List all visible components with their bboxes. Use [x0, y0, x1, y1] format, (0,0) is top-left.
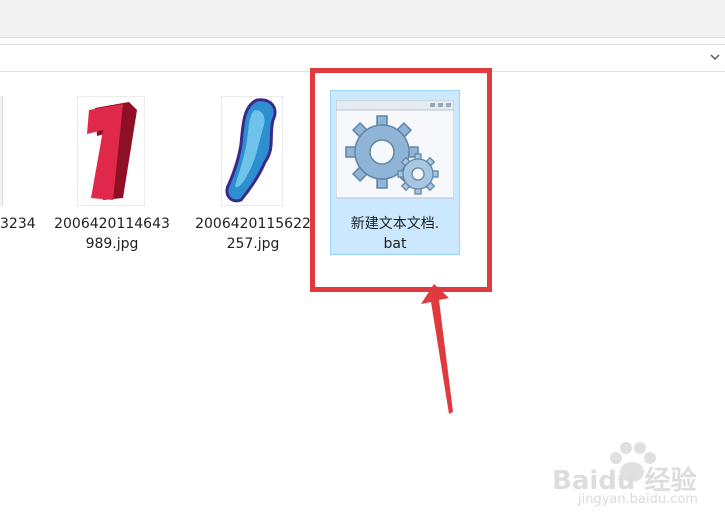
file-name: 2006420115622 [195, 216, 311, 232]
highlight-frame [310, 68, 492, 292]
file-name: 3234 [0, 216, 36, 232]
watermark-url: jingyan.baidu.com [578, 492, 698, 507]
image-thumbnail [77, 96, 145, 206]
arrow-up-icon [421, 284, 453, 414]
file-name-ext: 257.jpg [226, 236, 280, 252]
toolbar-area [0, 0, 725, 38]
baidu-watermark: Baidu 经验 jingyan.baidu.com [548, 440, 718, 512]
chevron-down-icon[interactable] [707, 49, 723, 65]
file-name-ext: 989.jpg [85, 236, 139, 252]
image-thumbnail [221, 96, 283, 206]
image-thumbnail [0, 96, 3, 206]
file-name: 2006420114643 [54, 216, 170, 232]
